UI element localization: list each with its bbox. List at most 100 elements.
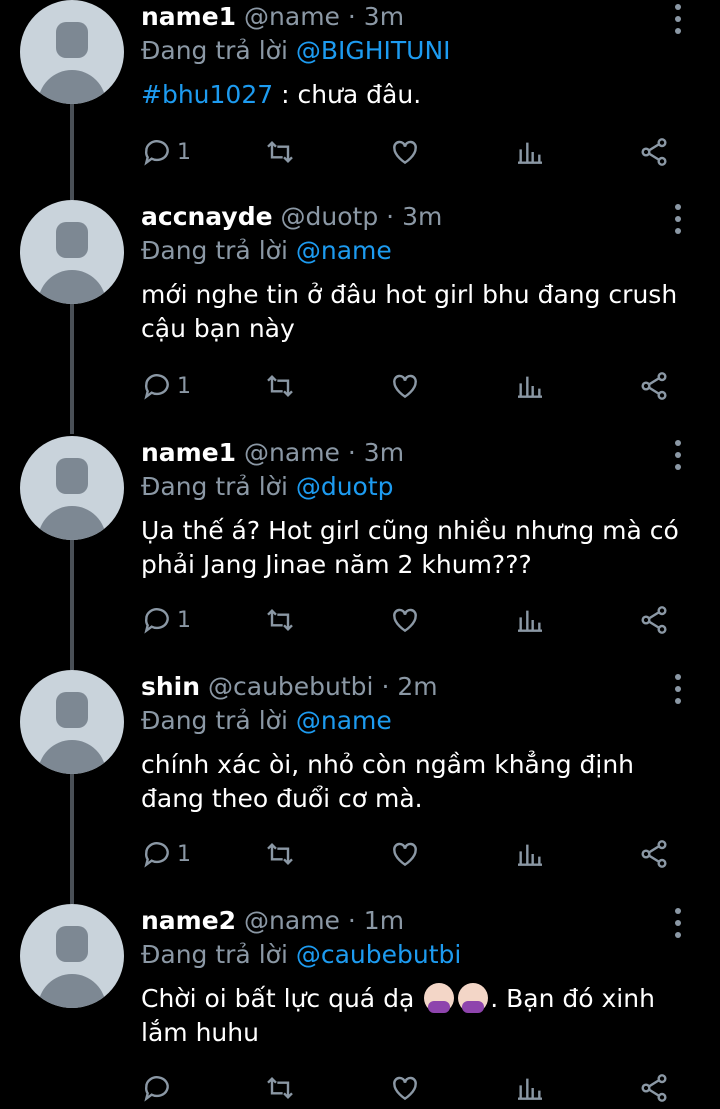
replying-to: Đang trả lời @caubebutbi (141, 938, 461, 972)
avatar[interactable] (20, 0, 124, 104)
reply-icon (144, 608, 169, 634)
more-icon[interactable] (668, 440, 688, 470)
reply-button[interactable]: 1 (141, 132, 191, 172)
more-icon[interactable] (668, 4, 688, 34)
tweet-text: #bhu1027 : chưa đâu. (141, 78, 701, 112)
action-bar: 1 (0, 834, 720, 874)
timestamp[interactable]: 2m (397, 672, 437, 701)
share-icon (641, 372, 667, 400)
avatar[interactable] (20, 904, 124, 1008)
share-button[interactable] (638, 834, 670, 874)
share-button[interactable] (638, 1068, 670, 1108)
timestamp[interactable]: 1m (364, 906, 404, 935)
action-bar: 1 (0, 366, 720, 406)
display-name[interactable]: accnayde (141, 202, 273, 231)
analytics-button[interactable] (514, 132, 546, 172)
mention-link[interactable]: @name (296, 236, 392, 265)
retweet-icon (267, 140, 293, 164)
display-name[interactable]: name2 (141, 906, 236, 935)
analytics-icon (518, 844, 542, 866)
retweet-button[interactable] (264, 366, 296, 406)
mention-link[interactable]: @BIGHITUNI (296, 36, 451, 65)
retweet-icon (267, 608, 293, 632)
analytics-button[interactable] (514, 600, 546, 640)
like-button[interactable] (389, 366, 421, 406)
avatar[interactable] (20, 670, 124, 774)
share-button[interactable] (638, 600, 670, 640)
reply-button[interactable] (141, 1068, 177, 1108)
analytics-icon (518, 142, 542, 164)
reply-button[interactable]: 1 (141, 600, 191, 640)
analytics-button[interactable] (514, 834, 546, 874)
tweet[interactable]: shin @caubebutbi · 2m Đang trả lời @name… (0, 670, 720, 904)
tweet-header: name1 @name · 3m (141, 0, 404, 34)
share-button[interactable] (638, 132, 670, 172)
tweet[interactable]: accnayde @duotp · 3m Đang trả lời @name … (0, 200, 720, 434)
hashtag-link[interactable]: #bhu1027 (141, 80, 273, 109)
action-bar: 1 (0, 600, 720, 640)
analytics-icon (518, 376, 542, 398)
woman-facepalming-emoji-icon (424, 983, 455, 1013)
analytics-button[interactable] (514, 1068, 546, 1108)
replying-to: Đang trả lời @name (141, 704, 392, 738)
more-icon[interactable] (668, 204, 688, 234)
tweet[interactable]: name2 @name · 1m Đang trả lời @caubebutb… (0, 904, 720, 1109)
tweet-header: name1 @name · 3m (141, 436, 404, 470)
reply-prefix: Đang trả lời (141, 706, 288, 735)
display-name[interactable]: shin (141, 672, 200, 701)
retweet-icon (267, 1076, 293, 1100)
analytics-button[interactable] (514, 366, 546, 406)
analytics-icon (518, 610, 542, 632)
mention-link[interactable]: @name (296, 706, 392, 735)
like-button[interactable] (389, 132, 421, 172)
retweet-button[interactable] (264, 1068, 296, 1108)
reply-prefix: Đang trả lời (141, 236, 288, 265)
avatar[interactable] (20, 436, 124, 540)
reply-count: 1 (177, 841, 191, 867)
replying-to: Đang trả lời @duotp (141, 470, 394, 504)
retweet-icon (267, 842, 293, 866)
handle[interactable]: @duotp (281, 202, 379, 231)
tweet-text: chính xác òi, nhỏ còn ngầm khẳng định đa… (141, 750, 635, 813)
handle[interactable]: @caubebutbi (208, 672, 374, 701)
like-button[interactable] (389, 834, 421, 874)
reply-icon (144, 374, 169, 400)
separator: · (347, 438, 356, 467)
retweet-button[interactable] (264, 600, 296, 640)
retweet-button[interactable] (264, 834, 296, 874)
tweet-text-before: Chời oi bất lực quá dạ (141, 984, 423, 1013)
mention-link[interactable]: @caubebutbi (296, 940, 462, 969)
display-name[interactable]: name1 (141, 2, 236, 31)
reply-icon (144, 1076, 169, 1102)
handle[interactable]: @name (244, 906, 340, 935)
reply-button[interactable]: 1 (141, 834, 191, 874)
reply-button[interactable]: 1 (141, 366, 191, 406)
mention-link[interactable]: @duotp (296, 472, 394, 501)
share-icon (641, 606, 667, 634)
reply-prefix: Đang trả lời (141, 36, 288, 65)
share-icon (641, 840, 667, 868)
share-button[interactable] (638, 366, 670, 406)
timestamp[interactable]: 3m (364, 438, 404, 467)
retweet-button[interactable] (264, 132, 296, 172)
tweet[interactable]: name1 @name · 3m Đang trả lời @BIGHITUNI… (0, 0, 720, 234)
tweet-text: Ụa thế á? Hot girl cũng nhiều nhưng mà c… (141, 516, 679, 579)
action-bar (0, 1068, 720, 1108)
timestamp[interactable]: 3m (402, 202, 442, 231)
timestamp[interactable]: 3m (364, 2, 404, 31)
avatar[interactable] (20, 200, 124, 304)
tweet-text-body: : chưa đâu. (273, 80, 422, 109)
reply-count: 1 (177, 139, 191, 165)
handle[interactable]: @name (244, 438, 340, 467)
like-icon (393, 842, 417, 867)
more-icon[interactable] (668, 908, 688, 938)
more-icon[interactable] (668, 674, 688, 704)
like-button[interactable] (389, 1068, 421, 1108)
handle[interactable]: @name (244, 2, 340, 31)
reply-count: 1 (177, 373, 191, 399)
action-bar: 1 (0, 132, 720, 172)
woman-facepalming-emoji-icon (458, 983, 489, 1013)
display-name[interactable]: name1 (141, 438, 236, 467)
tweet[interactable]: name1 @name · 3m Đang trả lời @duotp Ụa … (0, 436, 720, 670)
like-button[interactable] (389, 600, 421, 640)
